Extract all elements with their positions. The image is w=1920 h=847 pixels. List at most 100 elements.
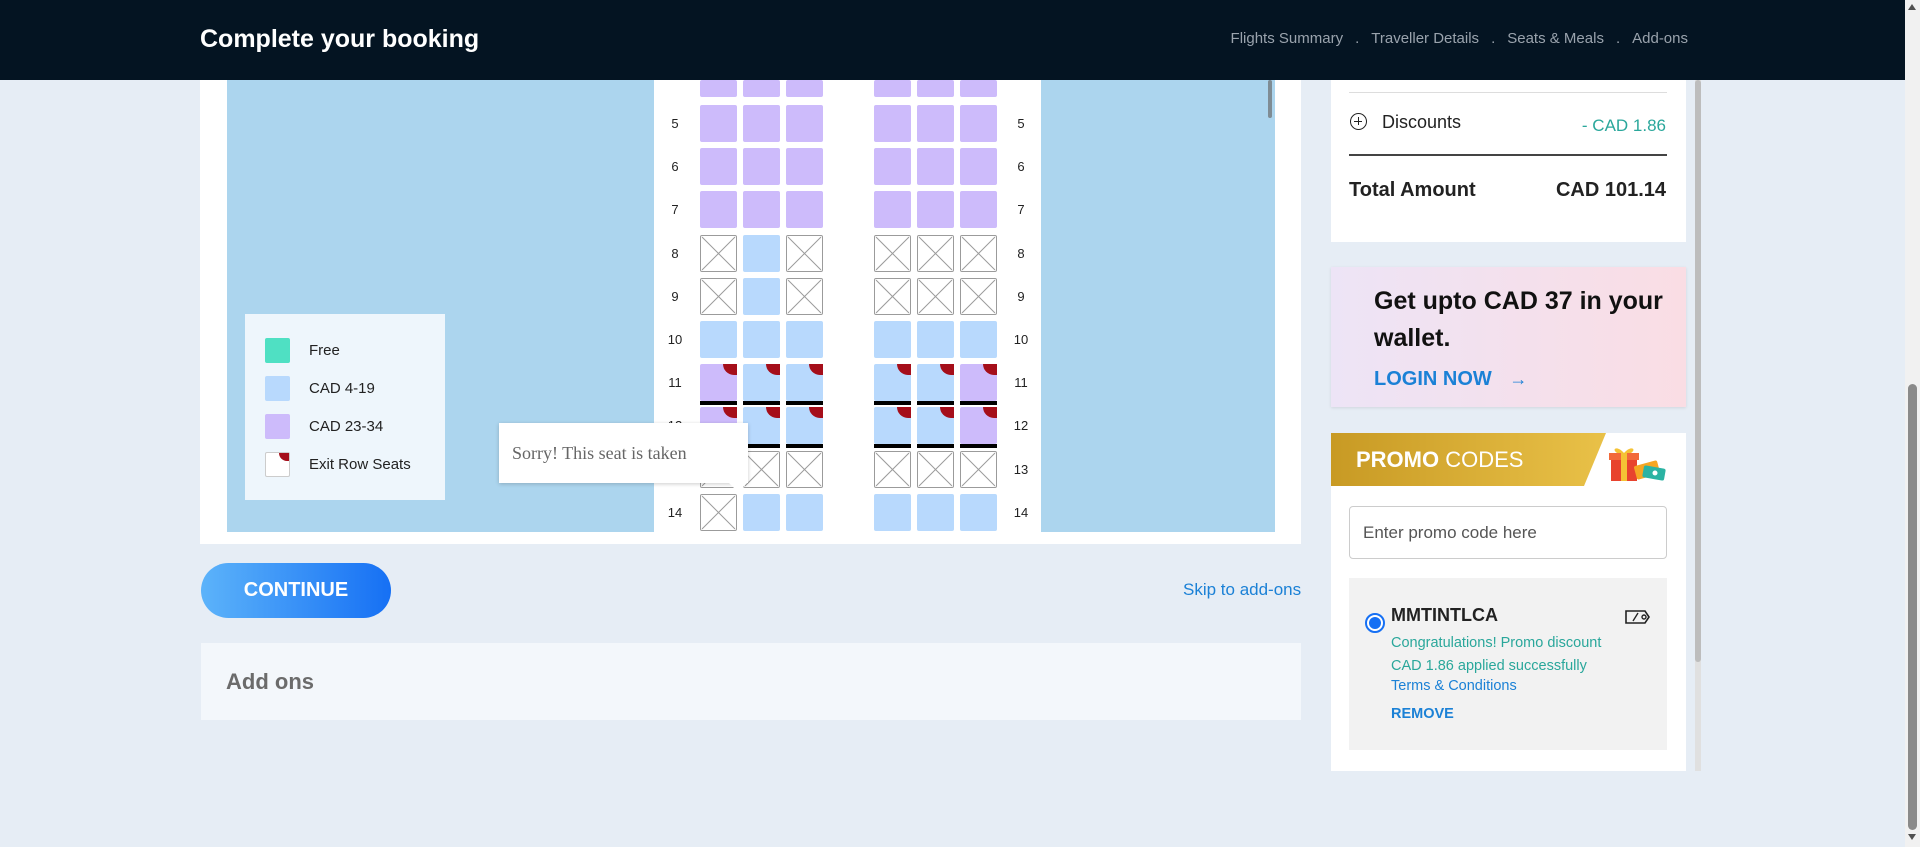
scroll-down-arrow-icon[interactable] bbox=[1908, 834, 1916, 840]
seat-purple[interactable] bbox=[917, 105, 954, 142]
seat-blue[interactable] bbox=[917, 321, 954, 358]
seat[interactable] bbox=[874, 80, 911, 97]
terms-conditions-link[interactable]: Terms & Conditions bbox=[1391, 678, 1517, 694]
seat-map-scrollbar[interactable] bbox=[1268, 80, 1272, 118]
exit-row-marker bbox=[983, 364, 997, 375]
step-flights-summary[interactable]: Flights Summary bbox=[1231, 30, 1344, 47]
seat-blue[interactable] bbox=[960, 494, 997, 531]
seat-blue[interactable] bbox=[700, 321, 737, 358]
legend-item-exit: Exit Row Seats bbox=[265, 452, 411, 477]
discounts-label[interactable]: Discounts bbox=[1382, 112, 1461, 133]
seat-purple[interactable] bbox=[786, 148, 823, 185]
seat[interactable] bbox=[917, 80, 954, 97]
legend-label: Free bbox=[309, 342, 340, 359]
seat-blue[interactable] bbox=[786, 494, 823, 531]
page-scrollbar[interactable] bbox=[1905, 0, 1920, 847]
seat-purple[interactable] bbox=[874, 191, 911, 228]
seat-purple[interactable] bbox=[743, 191, 780, 228]
login-now-link[interactable]: LOGIN NOW → bbox=[1374, 368, 1527, 391]
seat-taken[interactable] bbox=[874, 278, 911, 315]
seat-unavailable-x-icon bbox=[918, 279, 953, 314]
skip-to-addons-link[interactable]: Skip to add-ons bbox=[1183, 580, 1301, 600]
seat-purple[interactable] bbox=[743, 148, 780, 185]
expand-plus-icon[interactable] bbox=[1350, 113, 1367, 130]
seat-blue[interactable] bbox=[960, 321, 997, 358]
seat-taken[interactable] bbox=[786, 451, 823, 488]
seat-blue[interactable] bbox=[786, 407, 823, 444]
seat-taken[interactable] bbox=[700, 278, 737, 315]
step-add-ons[interactable]: Add-ons bbox=[1632, 30, 1688, 47]
step-separator: . bbox=[1491, 30, 1496, 47]
seat-unavailable-x-icon bbox=[875, 279, 910, 314]
seat-purple[interactable] bbox=[874, 148, 911, 185]
seat-taken[interactable] bbox=[917, 235, 954, 272]
seat-blue[interactable] bbox=[917, 407, 954, 444]
seat-purple[interactable] bbox=[960, 191, 997, 228]
seat-blue[interactable] bbox=[743, 321, 780, 358]
seat[interactable] bbox=[786, 80, 823, 97]
promo-radio-selected[interactable] bbox=[1365, 613, 1385, 633]
seat-taken[interactable] bbox=[743, 451, 780, 488]
seat-blue[interactable] bbox=[786, 321, 823, 358]
seat-purple[interactable] bbox=[700, 105, 737, 142]
exit-row-marker bbox=[983, 407, 997, 418]
seat-taken[interactable] bbox=[874, 235, 911, 272]
seat-blue[interactable] bbox=[786, 364, 823, 401]
seat-taken[interactable] bbox=[960, 451, 997, 488]
seat-blue[interactable] bbox=[743, 364, 780, 401]
seat-unavailable-x-icon bbox=[961, 279, 996, 314]
seat-purple[interactable] bbox=[960, 148, 997, 185]
exit-row-bar bbox=[874, 444, 911, 448]
row-number-left: 10 bbox=[667, 332, 683, 347]
seat-blue[interactable] bbox=[743, 278, 780, 315]
page-scrollbar-thumb[interactable] bbox=[1908, 384, 1917, 830]
step-traveller-details[interactable]: Traveller Details bbox=[1371, 30, 1479, 47]
booking-steps: Flights Summary . Traveller Details . Se… bbox=[1231, 30, 1688, 47]
seat-blue[interactable] bbox=[874, 494, 911, 531]
seat-blue[interactable] bbox=[917, 494, 954, 531]
seat-taken[interactable] bbox=[960, 235, 997, 272]
seat-purple[interactable] bbox=[917, 191, 954, 228]
seat-taken[interactable] bbox=[700, 494, 737, 531]
seat-taken[interactable] bbox=[917, 278, 954, 315]
exit-row-bar bbox=[743, 444, 780, 448]
seat-purple[interactable] bbox=[700, 364, 737, 401]
seat-blue[interactable] bbox=[743, 407, 780, 444]
seat-blue[interactable] bbox=[874, 364, 911, 401]
seat-taken[interactable] bbox=[786, 235, 823, 272]
seat[interactable] bbox=[700, 80, 737, 97]
scroll-up-arrow-icon[interactable] bbox=[1908, 4, 1916, 10]
seat-taken[interactable] bbox=[700, 235, 737, 272]
seat-purple[interactable] bbox=[743, 105, 780, 142]
seat-unavailable-x-icon bbox=[875, 452, 910, 487]
addons-section[interactable]: Add ons bbox=[201, 643, 1301, 720]
step-seats-meals[interactable]: Seats & Meals bbox=[1507, 30, 1604, 47]
seat-taken[interactable] bbox=[960, 278, 997, 315]
sidebar-scrollbar-thumb[interactable] bbox=[1695, 80, 1701, 662]
seat-blue[interactable] bbox=[743, 494, 780, 531]
seat-purple[interactable] bbox=[960, 407, 997, 444]
seat-purple[interactable] bbox=[960, 364, 997, 401]
seat-purple[interactable] bbox=[786, 105, 823, 142]
seat[interactable] bbox=[960, 80, 997, 97]
seat-purple[interactable] bbox=[700, 148, 737, 185]
seat-purple[interactable] bbox=[786, 191, 823, 228]
sidebar-scrollbar[interactable] bbox=[1695, 80, 1701, 771]
remove-promo-button[interactable]: REMOVE bbox=[1391, 706, 1454, 722]
seat[interactable] bbox=[743, 80, 780, 97]
seat-taken[interactable] bbox=[874, 451, 911, 488]
continue-button[interactable]: CONTINUE bbox=[201, 563, 391, 618]
seat-purple[interactable] bbox=[917, 148, 954, 185]
seat-blue[interactable] bbox=[743, 235, 780, 272]
seat-purple[interactable] bbox=[874, 105, 911, 142]
exit-row-bar bbox=[743, 401, 780, 405]
seat-purple[interactable] bbox=[700, 191, 737, 228]
seat-taken[interactable] bbox=[786, 278, 823, 315]
seat-blue[interactable] bbox=[874, 407, 911, 444]
seat-taken[interactable] bbox=[917, 451, 954, 488]
promo-code-input[interactable] bbox=[1349, 506, 1667, 559]
seat-blue[interactable] bbox=[874, 321, 911, 358]
legend-item-free: Free bbox=[265, 338, 340, 363]
seat-blue[interactable] bbox=[917, 364, 954, 401]
seat-purple[interactable] bbox=[960, 105, 997, 142]
